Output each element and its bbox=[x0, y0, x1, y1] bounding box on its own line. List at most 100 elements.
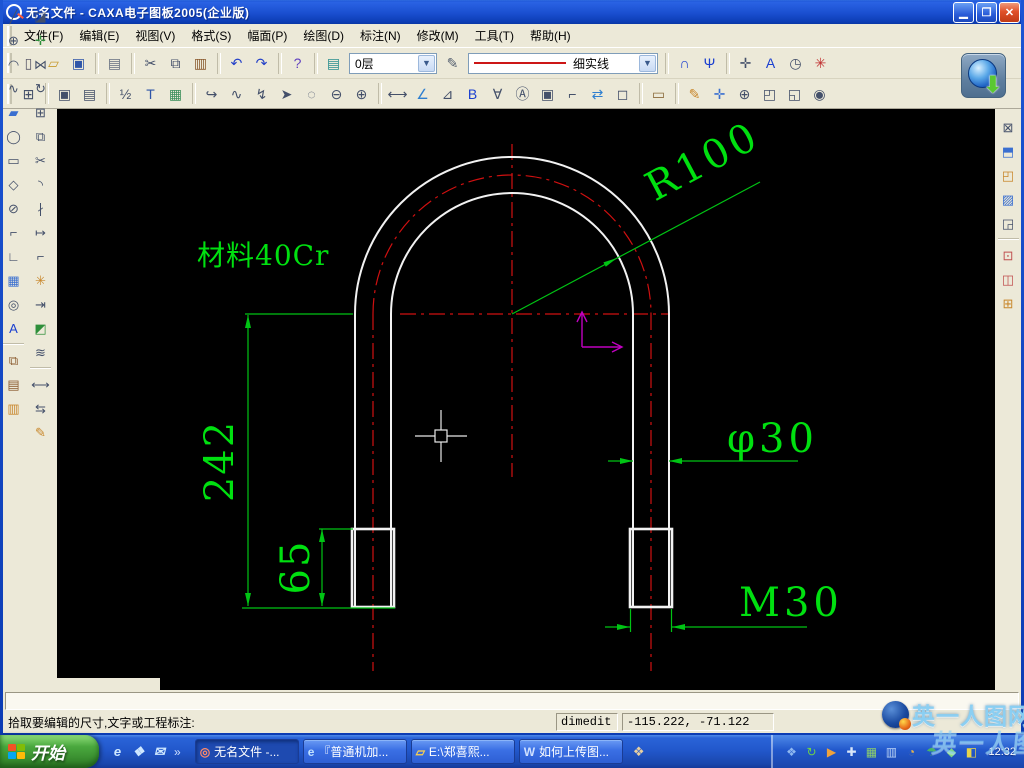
tray-browser[interactable]: ◔ bbox=[903, 744, 919, 760]
dim-linear-button[interactable]: ⟷ bbox=[378, 82, 410, 105]
lib-image-button[interactable]: ◫ bbox=[996, 267, 1020, 291]
start-button[interactable]: 开始 bbox=[0, 735, 99, 768]
move-tool[interactable]: ✛ bbox=[28, 28, 53, 52]
spline-tool[interactable]: ∿ bbox=[1, 76, 26, 100]
block-create-tool[interactable]: ⧉ bbox=[1, 348, 26, 372]
dim-diameter-label[interactable]: φ30 bbox=[727, 416, 818, 462]
task-caxa[interactable]: ◎ 无名文件 -... bbox=[194, 739, 299, 764]
ruler-button[interactable]: ▭ bbox=[639, 82, 671, 105]
menu-tools[interactable]: 工具(T) bbox=[467, 26, 522, 46]
save-button[interactable]: ▣ bbox=[66, 52, 91, 75]
close-button[interactable]: ✕ bbox=[999, 1, 1020, 23]
style-brush-tool[interactable]: ✎ bbox=[28, 420, 53, 444]
lib-render-button[interactable]: ▨ bbox=[996, 187, 1020, 211]
mirror-tool[interactable]: ⋈ bbox=[28, 52, 53, 76]
lib-ole-button[interactable]: ⊡ bbox=[996, 243, 1020, 267]
dim-radius-label[interactable]: R100 bbox=[638, 112, 768, 210]
dim-thread-label[interactable]: M30 bbox=[739, 580, 843, 626]
arc-tool[interactable]: ◠ bbox=[1, 52, 26, 76]
dim-style-button[interactable]: ½ bbox=[106, 82, 138, 105]
frame-window-button[interactable]: ▣ bbox=[45, 82, 77, 105]
sketch-button[interactable]: ✎ bbox=[675, 82, 707, 105]
dim-balloon-button[interactable]: Ⓐ bbox=[510, 82, 535, 105]
block-edit-tool[interactable]: ▥ bbox=[1, 396, 26, 420]
menu-sheet[interactable]: 幅面(P) bbox=[239, 26, 295, 46]
menu-help[interactable]: 帮助(H) bbox=[522, 26, 579, 46]
quicklaunch-ie[interactable]: e bbox=[109, 743, 126, 760]
online-update-button[interactable]: ⬇ bbox=[961, 53, 1006, 98]
zoom-dynamic-button[interactable]: ◉ bbox=[807, 82, 832, 105]
chevron-down-icon[interactable]: ▼ bbox=[418, 54, 435, 72]
erase-tool[interactable]: ◪ bbox=[28, 4, 53, 28]
copy-tool[interactable]: ⧉ bbox=[28, 124, 53, 148]
lib-edit-button[interactable]: ◲ bbox=[996, 211, 1020, 235]
dim-zoom-button[interactable]: ◻ bbox=[610, 82, 635, 105]
tray-display[interactable]: ▦ bbox=[863, 744, 879, 760]
tray-guard[interactable]: ◆ bbox=[943, 744, 959, 760]
offset-tool[interactable]: ≋ bbox=[28, 340, 53, 364]
dim-tolerance-button[interactable]: ⊿ bbox=[435, 82, 460, 105]
menu-view[interactable]: 视图(V) bbox=[127, 26, 183, 46]
dim-surface-button[interactable]: ∀ bbox=[485, 82, 510, 105]
dim-datum-button[interactable]: B bbox=[460, 82, 485, 105]
redraw-button[interactable]: ✳ bbox=[808, 52, 833, 75]
tray-volume[interactable]: ◧ bbox=[963, 744, 979, 760]
line-tool[interactable]: ╱ bbox=[1, 4, 26, 28]
dim-height-label[interactable]: 242 bbox=[197, 420, 243, 502]
axis-tool[interactable]: ∟ bbox=[1, 244, 26, 268]
tray-film[interactable]: ▥ bbox=[883, 744, 899, 760]
polygon-tool[interactable]: ◇ bbox=[1, 172, 26, 196]
ellipse-tool[interactable]: ◯ bbox=[1, 124, 26, 148]
undo-button[interactable]: ↶ bbox=[217, 52, 249, 75]
stretch-tool[interactable]: ⇥ bbox=[28, 292, 53, 316]
text-tool[interactable]: A bbox=[1, 316, 26, 340]
dim-quick-tool[interactable]: ⇆ bbox=[28, 396, 53, 420]
rectangle-tool[interactable]: ▭ bbox=[1, 148, 26, 172]
menu-modify[interactable]: 修改(M) bbox=[409, 26, 467, 46]
taskbar-clock[interactable]: 12:32 bbox=[988, 746, 1016, 758]
dim-tool[interactable]: ⟷ bbox=[28, 372, 53, 396]
fillet-tool[interactable]: ◝ bbox=[28, 172, 53, 196]
pan-button[interactable]: ✛ bbox=[726, 52, 758, 75]
drawing-canvas[interactable]: 材料40Cr R100 242 65 φ30 M30 bbox=[57, 109, 995, 690]
copy-button[interactable]: ⧉ bbox=[163, 52, 188, 75]
snap-button[interactable]: ∩ bbox=[665, 52, 697, 75]
break-tool[interactable]: ∤ bbox=[28, 196, 53, 220]
explode-tool[interactable]: ✳ bbox=[28, 268, 53, 292]
quicklaunch-desktop[interactable]: ❖ bbox=[130, 743, 147, 760]
leader-arrow-button[interactable]: ➤ bbox=[274, 82, 299, 105]
quicklaunch-mail[interactable]: ✉ bbox=[151, 743, 168, 760]
menu-edit[interactable]: 编辑(E) bbox=[71, 26, 127, 46]
tray-umbrella[interactable]: ☂ bbox=[923, 744, 939, 760]
material-note[interactable]: 材料40Cr bbox=[197, 239, 329, 272]
leader-wave-button[interactable]: ∿ bbox=[224, 82, 249, 105]
tray-shield[interactable]: ✚ bbox=[843, 744, 859, 760]
linestyle-button[interactable]: ✎ bbox=[440, 52, 465, 75]
dim-edit-button[interactable]: ⇄ bbox=[585, 82, 610, 105]
image-button[interactable]: ▦ bbox=[163, 82, 188, 105]
paste-button[interactable]: ▥ bbox=[188, 52, 213, 75]
menu-draw[interactable]: 绘图(D) bbox=[295, 26, 352, 46]
help-button[interactable]: ? bbox=[278, 52, 310, 75]
command-input[interactable] bbox=[5, 692, 1019, 710]
tray-updater[interactable]: ↻ bbox=[803, 744, 819, 760]
block-move-tool[interactable]: ◩ bbox=[28, 316, 53, 340]
menu-format[interactable]: 格式(S) bbox=[183, 26, 239, 46]
tray-player[interactable]: ▶ bbox=[823, 744, 839, 760]
minimize-button[interactable]: ▁ bbox=[953, 1, 974, 23]
pick-set-button[interactable]: Ψ bbox=[697, 52, 722, 75]
redo-button[interactable]: ↷ bbox=[249, 52, 274, 75]
table-button[interactable]: T bbox=[138, 82, 163, 105]
history-button[interactable]: ◷ bbox=[783, 52, 808, 75]
task-folder[interactable]: ▱ E:\郑喜熙... bbox=[410, 739, 515, 764]
menu-dim[interactable]: 标注(N) bbox=[352, 26, 409, 46]
task-word[interactable]: W 如何上传图... bbox=[518, 739, 623, 764]
dim-thread-length-label[interactable]: 65 bbox=[273, 540, 319, 595]
trim-tool[interactable]: ✂ bbox=[28, 148, 53, 172]
dim-coord-button[interactable]: ∠ bbox=[410, 82, 435, 105]
select-text-button[interactable]: A bbox=[758, 52, 783, 75]
frame-text-button[interactable]: ▤ bbox=[77, 82, 102, 105]
zoom-window-button[interactable]: ◰ bbox=[757, 82, 782, 105]
zoom-page-button[interactable]: ◱ bbox=[782, 82, 807, 105]
leader-target-button[interactable]: ⊕ bbox=[349, 82, 374, 105]
